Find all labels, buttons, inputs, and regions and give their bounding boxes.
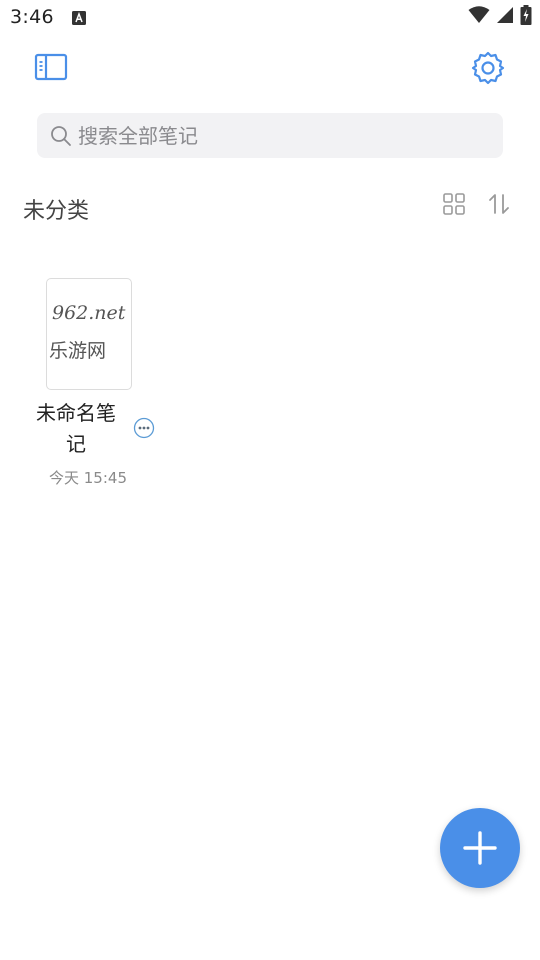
note-more-button[interactable] [133,417,155,439]
wifi-icon [468,6,490,28]
sidebar-icon [34,53,68,81]
note-thumbnail[interactable]: 962.net 乐游网 [46,278,132,390]
search-icon [50,125,72,147]
thumbnail-text-line1: 962.net [52,302,126,324]
status-bar: 3:46 [0,0,540,36]
add-note-button[interactable] [440,808,520,888]
status-time: 3:46 [10,6,54,28]
note-timestamp: 今天 15:45 [49,469,127,487]
search-input[interactable] [76,122,480,149]
a-icon [72,10,86,25]
grid-view-button[interactable] [443,193,465,215]
search-bar[interactable] [37,113,503,158]
signal-icon [496,6,514,28]
grid-icon [443,193,465,215]
thumbnail-text-line2: 乐游网 [49,340,106,362]
note-card[interactable]: 962.net 乐游网 未命名笔记 今天 15:45 [30,278,160,493]
note-title[interactable]: 未命名笔记 [30,398,122,460]
settings-button[interactable] [470,50,506,86]
gear-icon [471,51,505,85]
handwriting-preview: 962.net 乐游网 [49,302,126,362]
more-icon [133,417,155,439]
category-title: 未分类 [23,199,90,224]
sort-button[interactable] [487,192,511,216]
battery-charging-icon [520,5,532,29]
screen: 3:46 搜索全部笔记 未分类 962.net 乐游网 未命名笔记 今天 15:… [0,0,540,960]
plus-icon [463,831,497,865]
status-icons [468,5,532,29]
sort-icon [489,194,509,214]
sidebar-toggle-button[interactable] [34,52,68,82]
